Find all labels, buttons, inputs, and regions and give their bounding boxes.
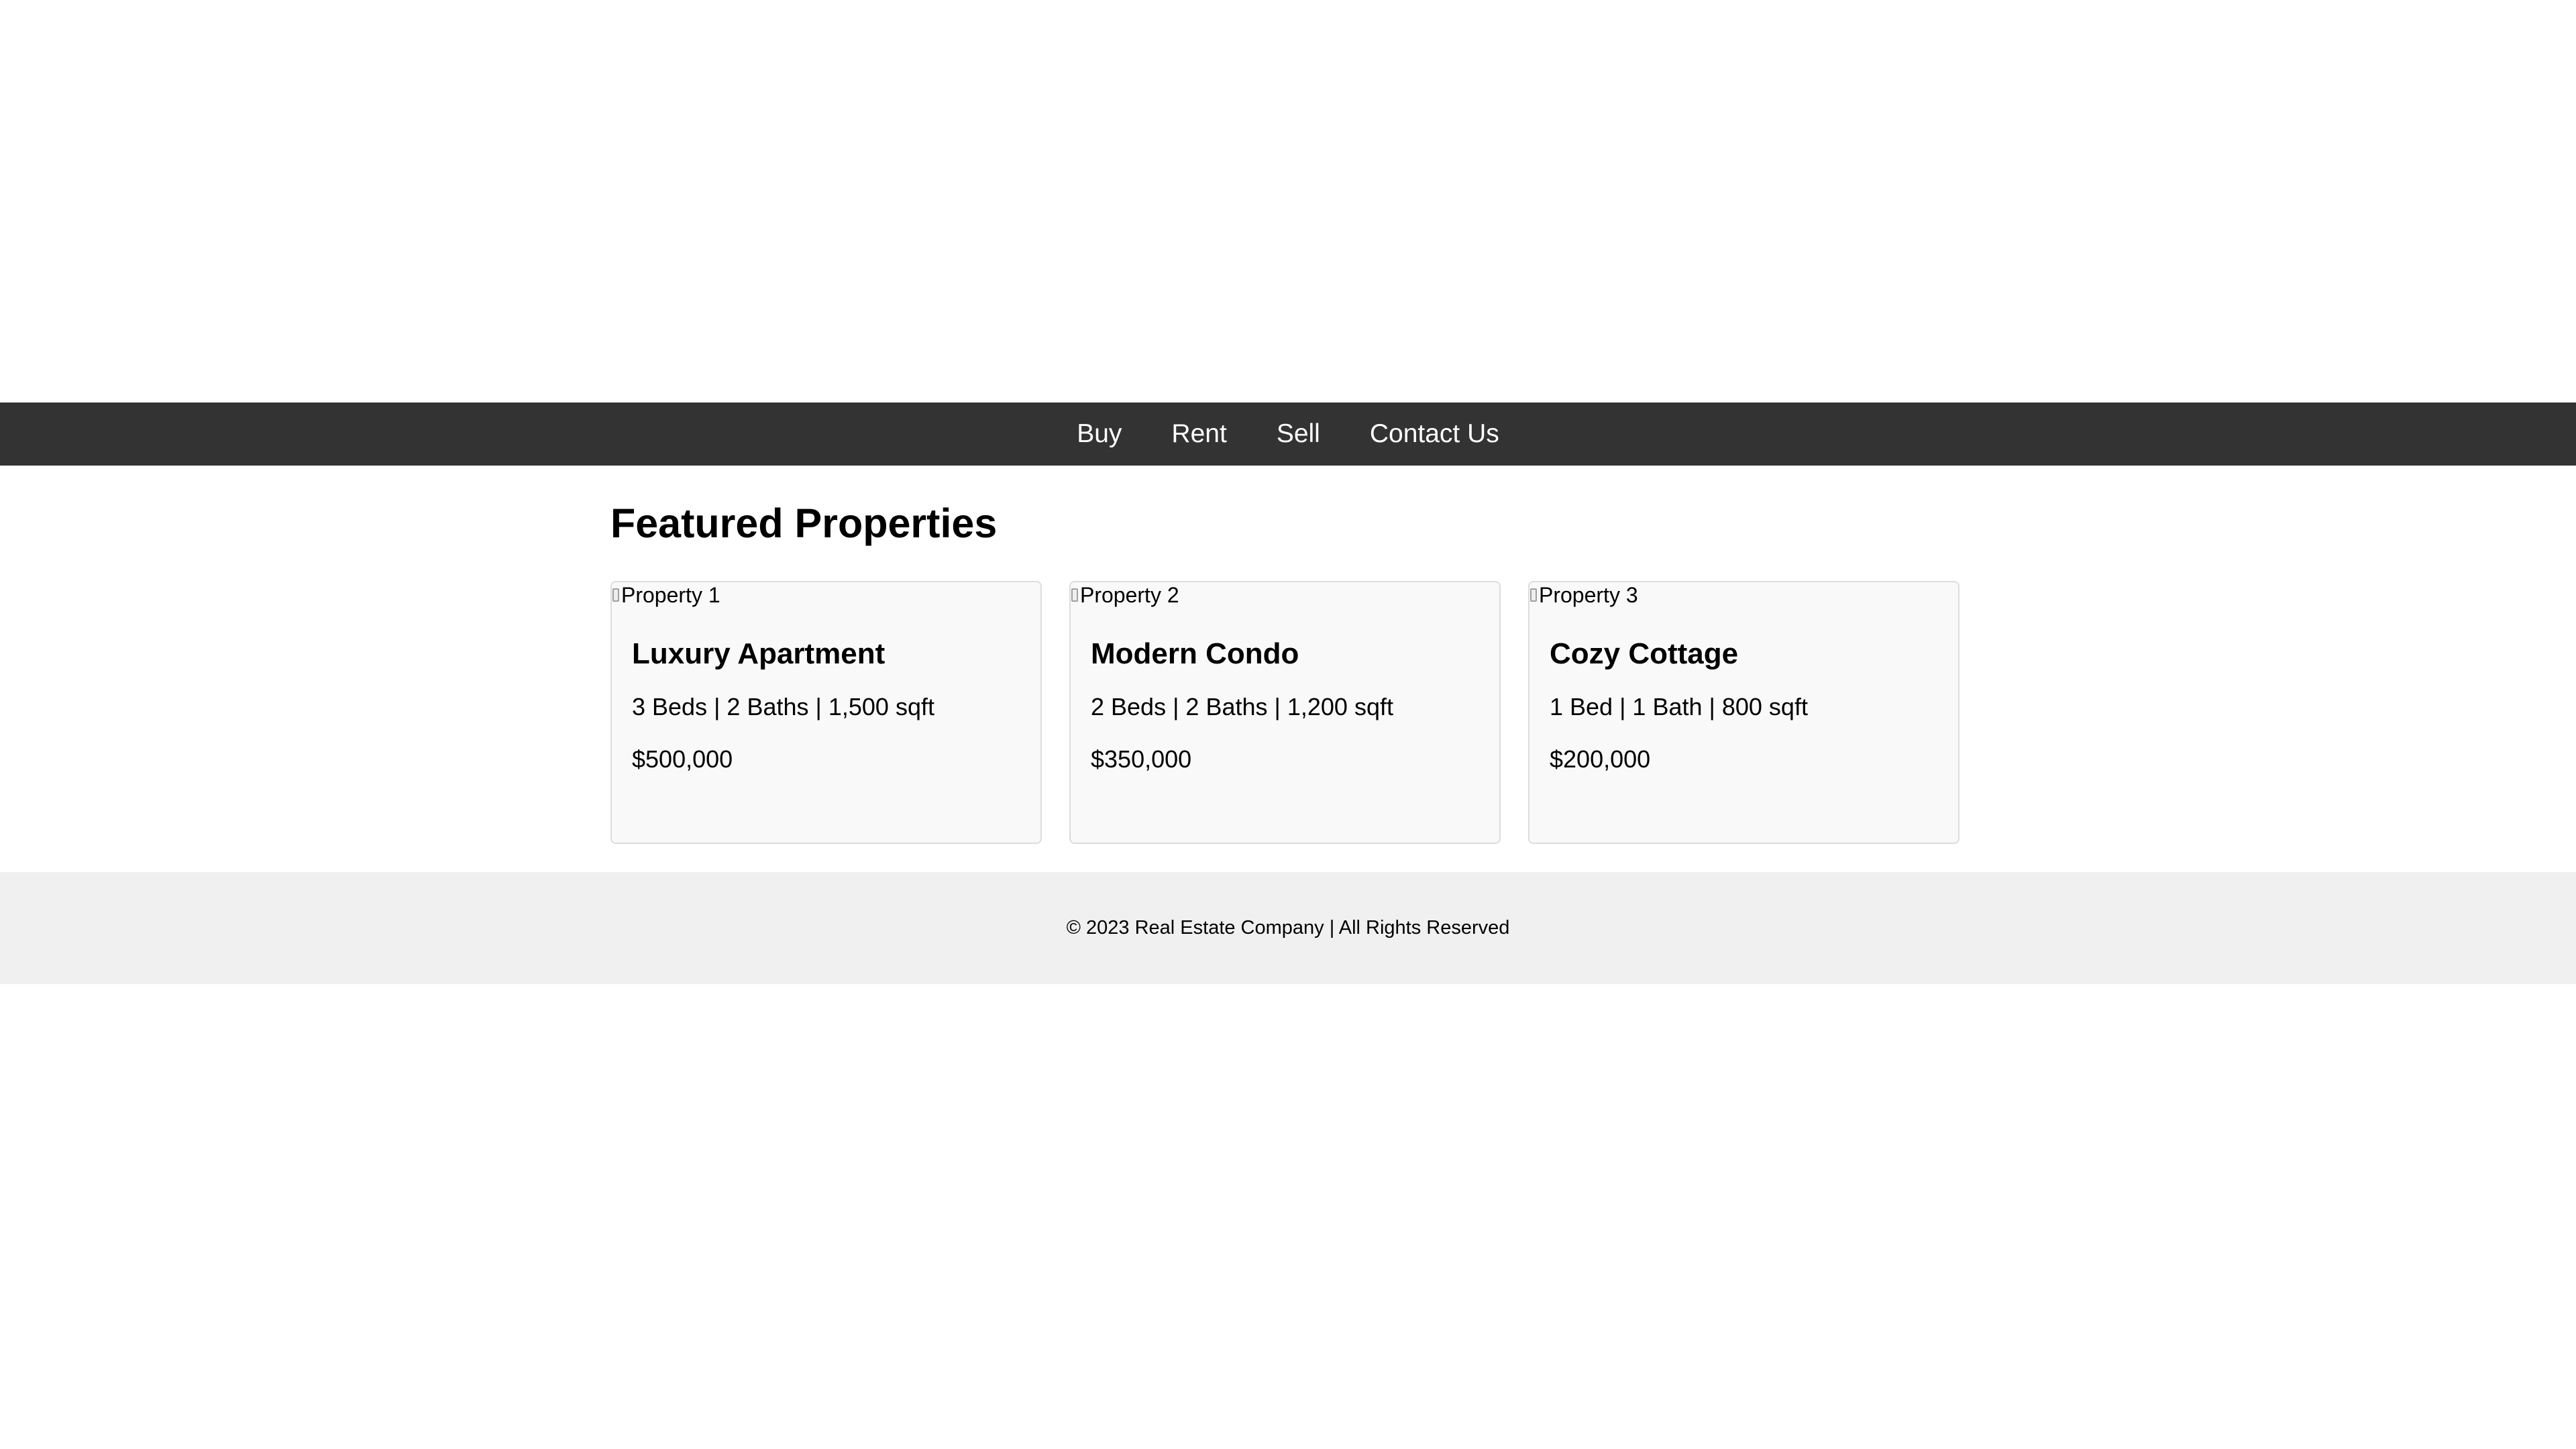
- property-card-2[interactable]: Property 2 Modern Condo 2 Beds | 2 Baths…: [1069, 581, 1501, 844]
- property-card-body: Cozy Cottage 1 Bed | 1 Bath | 800 sqft $…: [1529, 635, 1958, 774]
- main-content: Featured Properties Property 1 Luxury Ap…: [610, 499, 1966, 844]
- copyright-text: © 2023 Real Estate Company | All Rights …: [1066, 917, 1510, 938]
- broken-image-icon: [1529, 584, 1539, 606]
- nav-link-sell[interactable]: Sell: [1252, 402, 1345, 466]
- property-card-3[interactable]: Property 3 Cozy Cottage 1 Bed | 1 Bath |…: [1528, 581, 1960, 844]
- property-image-alt-text: Property 2: [1080, 583, 1179, 607]
- property-details: 2 Beds | 2 Baths | 1,200 sqft: [1091, 693, 1393, 720]
- property-card-1[interactable]: Property 1 Luxury Apartment 3 Beds | 2 B…: [610, 581, 1042, 844]
- header-space: [0, 0, 2576, 402]
- property-cards: Property 1 Luxury Apartment 3 Beds | 2 B…: [610, 581, 1966, 844]
- property-image-3: Property 3: [1529, 582, 1958, 608]
- nav-links: Buy Rent Sell Contact Us: [1052, 402, 1524, 466]
- nav-link-contact-us[interactable]: Contact Us: [1345, 402, 1524, 466]
- property-title: Luxury Apartment: [632, 637, 885, 670]
- property-image-alt-text: Property 3: [1539, 583, 1638, 607]
- property-details: 1 Bed | 1 Bath | 800 sqft: [1550, 693, 1808, 720]
- property-title: Cozy Cottage: [1550, 637, 1739, 670]
- property-image-2: Property 2: [1071, 582, 1499, 608]
- property-price: $350,000: [1091, 745, 1192, 773]
- featured-properties-title: Featured Properties: [610, 500, 998, 546]
- property-card-body: Luxury Apartment 3 Beds | 2 Baths | 1,50…: [612, 635, 1040, 774]
- property-image-alt-text: Property 1: [621, 583, 720, 607]
- property-card-body: Modern Condo 2 Beds | 2 Baths | 1,200 sq…: [1071, 635, 1499, 774]
- site-footer: © 2023 Real Estate Company | All Rights …: [0, 872, 2576, 984]
- nav-link-rent[interactable]: Rent: [1146, 402, 1251, 466]
- property-price: $500,000: [632, 745, 733, 773]
- nav-link-buy[interactable]: Buy: [1052, 402, 1146, 466]
- broken-image-icon: [1071, 584, 1080, 606]
- main-navbar: Buy Rent Sell Contact Us: [0, 402, 2576, 466]
- page: Buy Rent Sell Contact Us Featured Proper…: [0, 0, 2576, 1449]
- property-image-1: Property 1: [612, 582, 1040, 608]
- property-title: Modern Condo: [1091, 637, 1299, 670]
- property-price: $200,000: [1550, 745, 1651, 773]
- property-details: 3 Beds | 2 Baths | 1,500 sqft: [632, 693, 934, 720]
- broken-image-icon: [612, 584, 621, 606]
